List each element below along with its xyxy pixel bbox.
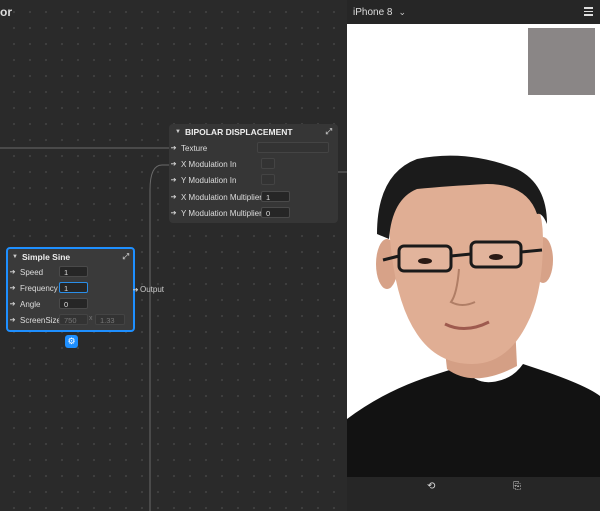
speed-label: Speed (20, 267, 44, 277)
bipolar-node-title: BIPOLAR DISPLACEMENT (184, 127, 293, 137)
screensize-height-input: 1.33 (95, 314, 125, 325)
arrow-right-icon[interactable]: ➔ (8, 316, 17, 325)
wire-output-up (149, 164, 169, 290)
y-modulation-multiplier-input[interactable]: 0 (261, 207, 290, 218)
output-label: Output (140, 285, 165, 294)
frequency-label: Frequency (20, 283, 58, 293)
flip-icon[interactable]: ⎘ (513, 481, 521, 492)
screensize-label: ScreenSize (20, 315, 61, 325)
screensize-width-input: 750 (59, 314, 88, 325)
arrow-right-icon[interactable]: ➔ (8, 284, 17, 293)
port-label: Y Modulation Multiplier (181, 208, 262, 218)
bipolar-displacement-node[interactable]: ▼ BIPOLAR DISPLACEMENT ⤢ ➔ Texture ➔ X M… (169, 124, 338, 223)
port-label: X Modulation In (181, 159, 237, 169)
chevron-down-icon[interactable]: ⌄ (398, 7, 406, 18)
port-label: Y Modulation In (181, 175, 237, 185)
arrow-right-icon[interactable]: ➔ (8, 268, 17, 277)
arrow-right-icon[interactable]: ➔ (169, 176, 178, 185)
arrow-right-icon[interactable]: ➔ (131, 285, 140, 294)
port-row-y-mod-mult: ➔ Y Modulation Multiplier (169, 206, 262, 220)
texture-picker[interactable] (257, 142, 329, 153)
preview-viewport (347, 24, 600, 477)
port-row-y-mod-in: ➔ Y Modulation In (169, 173, 237, 187)
patch-editor-canvas[interactable]: or ▼ BIPOLAR DISPLACEMENT ⤢ ➔ Texture ➔ … (0, 0, 347, 511)
frequency-input[interactable]: 1 (59, 282, 88, 293)
port-row-x-mod-mult: ➔ X Modulation Multiplier (169, 190, 262, 204)
speed-input[interactable]: 1 (59, 266, 88, 277)
simple-sine-node[interactable]: ▼ Simple Sine ⤢ ➔ Speed 1 ➔ Frequency 1 … (6, 247, 135, 332)
port-label: Texture (181, 143, 208, 153)
simple-sine-title: Simple Sine (21, 252, 71, 262)
port-row-screensize: ➔ ScreenSize (8, 313, 61, 327)
collapse-triangle-icon[interactable]: ▼ (175, 129, 181, 135)
preview-topbar: iPhone 8 ⌄ (347, 0, 600, 24)
x-modulation-multiplier-input[interactable]: 1 (261, 191, 290, 202)
rotate-icon[interactable]: ⟲ (427, 481, 435, 492)
screensize-x-separator: x (89, 315, 93, 322)
collapse-triangle-icon[interactable]: ▼ (12, 254, 18, 260)
port-label: X Modulation Multiplier (181, 192, 262, 202)
arrow-right-icon[interactable]: ➔ (169, 193, 178, 202)
bipolar-node-header[interactable]: ▼ BIPOLAR DISPLACEMENT ⤢ (169, 124, 338, 140)
y-modulation-in-slot[interactable] (261, 174, 275, 185)
angle-label: Angle (20, 299, 41, 309)
angle-input[interactable]: 0 (59, 298, 88, 309)
port-row-frequency: ➔ Frequency (8, 281, 58, 295)
x-modulation-in-slot[interactable] (261, 158, 275, 169)
port-row-x-mod-in: ➔ X Modulation In (169, 157, 237, 171)
preview-panel: iPhone 8 ⌄ ⟲ ⎘ (347, 0, 600, 511)
output-port[interactable]: ➔ Output (131, 285, 164, 294)
device-selector[interactable]: iPhone 8 (353, 7, 392, 18)
gear-icon[interactable]: ⚙ (65, 335, 78, 348)
arrow-right-icon[interactable]: ➔ (8, 300, 17, 309)
arrow-right-icon[interactable]: ➔ (169, 160, 178, 169)
simple-sine-header[interactable]: ▼ Simple Sine ⤢ (8, 249, 133, 265)
port-row-angle: ➔ Angle (8, 297, 41, 311)
port-row-speed: ➔ Speed (8, 265, 44, 279)
thumbnail-preview (528, 28, 595, 95)
hamburger-icon[interactable] (584, 7, 593, 18)
expand-icon[interactable]: ⤢ (123, 252, 129, 262)
arrow-right-icon[interactable]: ➔ (169, 144, 178, 153)
expand-icon[interactable]: ⤢ (326, 127, 332, 137)
arrow-right-icon[interactable]: ➔ (169, 209, 178, 218)
port-row-texture: ➔ Texture (169, 141, 208, 155)
